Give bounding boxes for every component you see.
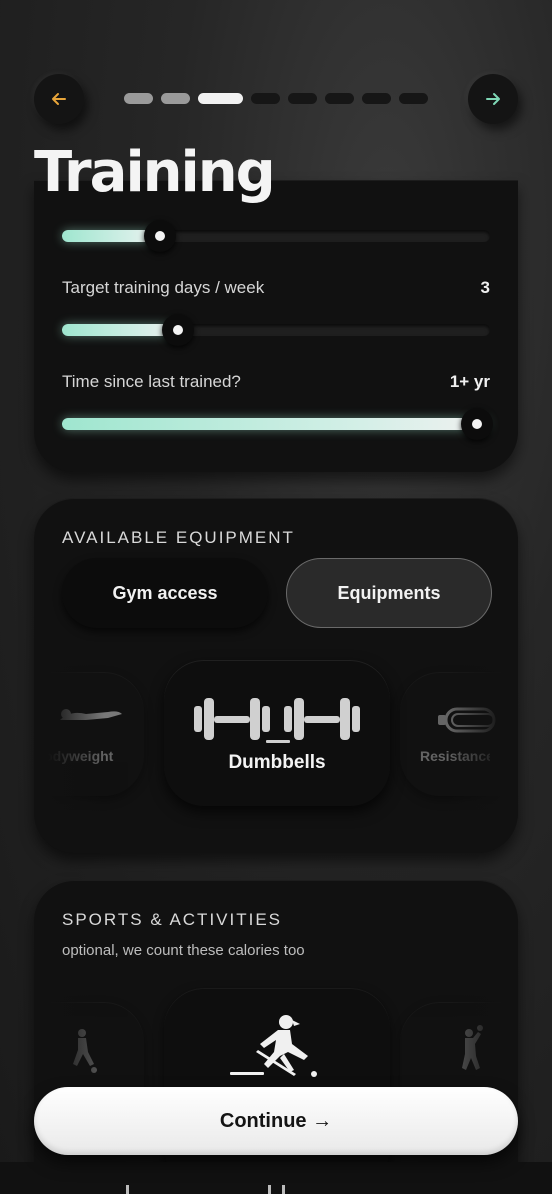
arrow-right-icon	[486, 93, 500, 105]
bottom-bar	[0, 1162, 552, 1194]
last-trained-value: 1+ yr	[449, 372, 490, 391]
sports-subtitle: optional, we count these calories too	[62, 942, 305, 959]
training-days-slider[interactable]	[62, 314, 490, 346]
slider-knob[interactable]	[461, 408, 494, 440]
last-trained-label: Time since last trained?	[62, 372, 241, 391]
last-trained-slider[interactable]	[62, 408, 494, 440]
bottom-tick	[126, 1185, 129, 1194]
sports-heading: SPORTS & ACTIVITIES	[62, 910, 283, 929]
progress-indicator	[124, 93, 428, 104]
equipments-toggle[interactable]: Equipments	[286, 558, 492, 628]
progress-step	[362, 93, 391, 104]
progress-step	[399, 93, 428, 104]
progress-step	[251, 93, 280, 104]
training-days-value: 3	[480, 278, 490, 297]
equipment-heading: AVAILABLE EQUIPMENT	[62, 528, 295, 547]
progress-step	[325, 93, 354, 104]
next-button[interactable]	[468, 74, 518, 124]
continue-button[interactable]: Continue →	[34, 1087, 518, 1155]
bottom-tick	[282, 1185, 285, 1194]
training-days-label: Target training days / week	[62, 278, 265, 297]
gym-access-toggle[interactable]: Gym access	[62, 558, 268, 628]
training-card: Target training days / week 3 Time since…	[34, 180, 518, 472]
dumbbells-icon	[194, 698, 360, 743]
progress-step	[161, 93, 190, 104]
training-slider-1[interactable]	[62, 220, 490, 252]
training-screen: Target training days / week 3 Time since…	[0, 0, 552, 1194]
carousel-fade-right	[448, 648, 518, 818]
equipment-card: AVAILABLE EQUIPMENT Gym access Equipment…	[34, 498, 518, 853]
arrow-left-icon	[52, 93, 66, 105]
slider-knob[interactable]	[161, 314, 194, 346]
equipment-label-dumbbells: Dumbbells	[228, 752, 326, 773]
field-hockey-player-icon	[230, 1015, 317, 1077]
page-title: Training	[34, 140, 276, 205]
slider-fill	[62, 418, 490, 430]
progress-step	[124, 93, 153, 104]
progress-step	[288, 93, 317, 104]
slider-knob[interactable]	[144, 220, 177, 252]
bottom-tick	[268, 1185, 271, 1194]
equipment-item-dumbbells[interactable]: Dumbbells	[164, 660, 390, 806]
progress-step-current	[198, 93, 243, 104]
back-button[interactable]	[34, 74, 84, 124]
carousel-fade-left	[34, 648, 104, 818]
slider-fill	[62, 324, 178, 336]
